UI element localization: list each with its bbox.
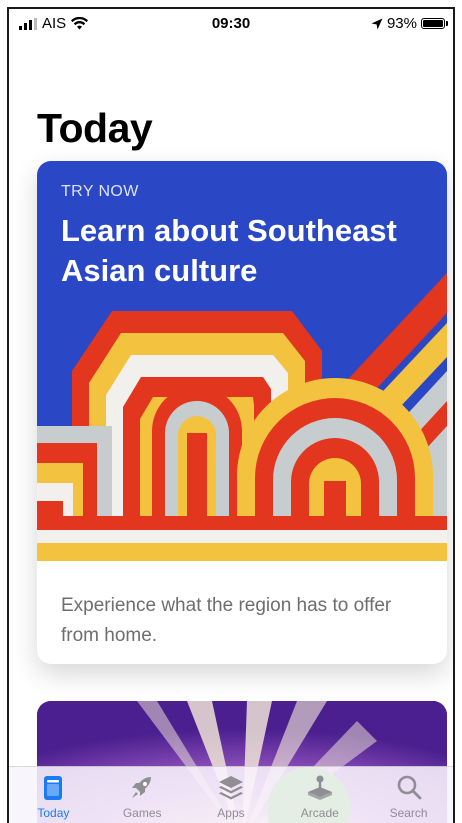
battery-icon — [421, 18, 448, 29]
tab-label: Search — [389, 806, 428, 820]
tab-bar: Today Games Apps Arcade Search — [9, 766, 453, 823]
status-bar: AIS 09:30 93% — [9, 9, 453, 39]
featured-story-card[interactable]: TRY NOW Learn about Southeast Asian cult… — [37, 161, 447, 664]
page-title: Today — [37, 105, 153, 151]
search-icon — [397, 775, 421, 800]
phone-screen: AIS 09:30 93% Today TRY NOW Learn about … — [7, 7, 455, 823]
card-description: Experience what the region has to offer … — [61, 595, 392, 646]
card-kicker: TRY NOW — [61, 183, 139, 200]
tab-arcade[interactable]: Arcade — [280, 767, 360, 823]
layers-icon — [218, 776, 243, 800]
tab-apps[interactable]: Apps — [191, 767, 271, 823]
card-headline: Learn about Southeast Asian culture — [61, 213, 397, 288]
tab-label: Apps — [217, 806, 245, 820]
tab-label: Games — [122, 806, 162, 820]
joystick-icon — [307, 775, 332, 800]
today-icon — [44, 776, 63, 800]
tab-label: Arcade — [300, 806, 339, 820]
tab-games[interactable]: Games — [102, 767, 182, 823]
tab-today[interactable]: Today — [13, 767, 93, 823]
status-right: 93% — [371, 15, 448, 32]
rocket-icon — [132, 777, 152, 798]
tab-label: Today — [37, 806, 70, 820]
battery-percent: 93% — [386, 15, 417, 32]
tab-search[interactable]: Search — [369, 767, 449, 823]
location-arrow-icon — [371, 18, 383, 29]
